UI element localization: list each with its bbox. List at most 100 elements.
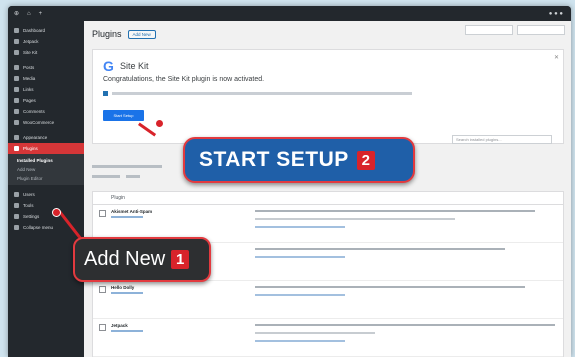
- plugins-submenu: Installed Plugins Add New Plugin Editor: [8, 154, 84, 185]
- submenu-plugin-editor[interactable]: Plugin Editor: [8, 174, 84, 183]
- help-tab[interactable]: [517, 25, 565, 35]
- main-content: Plugins Add New G Site Kit ✕ Congratulat…: [84, 21, 571, 357]
- plugin-meta-links[interactable]: [255, 294, 345, 296]
- plugin-meta-links[interactable]: [255, 340, 345, 342]
- sidebar-item-label: Plugins: [23, 146, 38, 151]
- users-icon: [14, 192, 19, 197]
- start-setup-button[interactable]: Start Setup: [103, 110, 144, 121]
- screen-options-tabs: [465, 25, 565, 35]
- posts-icon: [14, 65, 19, 70]
- page-header: Plugins Add New: [92, 29, 156, 39]
- sidebar-item-jetpack[interactable]: Jetpack: [8, 36, 84, 47]
- status-filter-links[interactable]: [92, 164, 162, 168]
- row-checkbox[interactable]: [99, 324, 106, 331]
- links-icon: [14, 87, 19, 92]
- plugin-name[interactable]: Jetpack: [111, 323, 128, 328]
- search-input[interactable]: Search installed plugins...: [452, 135, 552, 144]
- dashboard-icon: [14, 28, 19, 33]
- plugin-meta-links[interactable]: [255, 226, 345, 228]
- plugin-description: [255, 324, 555, 326]
- appearance-icon: [14, 135, 19, 140]
- plugins-icon: [14, 146, 19, 151]
- sidebar-item-media[interactable]: Media: [8, 73, 84, 84]
- pointer-dot: [52, 208, 61, 217]
- sidebar-item-label: WooCommerce: [23, 120, 55, 125]
- sidebar-item-label: Posts: [23, 65, 35, 70]
- sidebar-item-label: Dashboard: [23, 28, 46, 33]
- media-icon: [14, 76, 19, 81]
- callout-label: START SETUP: [199, 148, 349, 171]
- sidebar-item-label: Site Kit: [23, 50, 38, 55]
- sidebar-item-plugins[interactable]: Plugins: [8, 143, 84, 154]
- site-kit-brand: Site Kit: [120, 61, 149, 71]
- sidebar-item-comments[interactable]: Comments: [8, 106, 84, 117]
- activation-message: Congratulations, the Site Kit plugin is …: [103, 76, 265, 83]
- submenu-add-new[interactable]: Add New: [8, 165, 84, 174]
- close-icon[interactable]: ✕: [554, 54, 559, 61]
- plugin-description: [255, 332, 375, 334]
- sidebar-item-dashboard[interactable]: Dashboard: [8, 25, 84, 36]
- sidebar-item-label: Links: [23, 87, 34, 92]
- callout-label: Add New: [84, 248, 166, 270]
- sidebar-item-appearance[interactable]: Appearance: [8, 132, 84, 143]
- sidebar-item-posts[interactable]: Posts: [8, 62, 84, 73]
- sidebar-item-tools[interactable]: Tools: [8, 200, 84, 211]
- sidebar-item-pages[interactable]: Pages: [8, 95, 84, 106]
- new-content-icon[interactable]: +: [39, 11, 43, 17]
- sidebar-item-users[interactable]: Users: [8, 189, 84, 200]
- sidebar-item-label: Appearance: [23, 135, 48, 140]
- tools-icon: [14, 203, 19, 208]
- plugin-name[interactable]: Akismet Anti-Spam: [111, 209, 152, 214]
- user-menu[interactable]: ● ● ●: [549, 11, 563, 17]
- admin-bar: ⊕ ⌂ + ● ● ●: [8, 6, 571, 21]
- sidebar-item-settings[interactable]: Settings: [8, 211, 84, 222]
- plugin-description: [255, 210, 535, 212]
- consent-checkbox[interactable]: [103, 91, 108, 96]
- sidebar-item-woocommerce[interactable]: WooCommerce: [8, 117, 84, 128]
- add-new-callout: Add New 1: [73, 237, 211, 282]
- sidebar-item-label: Tools: [23, 203, 34, 208]
- comments-icon: [14, 109, 19, 114]
- sidebar-item-label: Jetpack: [23, 39, 39, 44]
- row-checkbox[interactable]: [99, 210, 106, 217]
- plugin-meta-links[interactable]: [255, 256, 345, 258]
- plugin-description: [255, 218, 455, 220]
- sidebar-item-label: Collapse menu: [23, 225, 54, 230]
- site-kit-icon: [14, 50, 19, 55]
- step-number-badge: 1: [171, 250, 190, 269]
- bulk-actions-select[interactable]: [92, 174, 120, 178]
- plugin-description: [255, 286, 525, 288]
- column-header-plugin: Plugin: [93, 192, 563, 205]
- screen-options-tab[interactable]: [465, 25, 513, 35]
- woocommerce-icon: [14, 120, 19, 125]
- google-g-icon: G: [103, 58, 114, 74]
- sidebar-item-label: Comments: [23, 109, 45, 114]
- consent-text: [112, 92, 412, 95]
- plugin-name[interactable]: Hello Dolly: [111, 285, 134, 290]
- wordpress-logo-icon[interactable]: ⊕: [14, 10, 19, 17]
- step-number-badge: 2: [356, 150, 375, 170]
- apply-button[interactable]: [126, 174, 140, 178]
- plugin-actions[interactable]: [111, 292, 143, 294]
- sidebar-item-label: Media: [23, 76, 36, 81]
- plugin-actions[interactable]: [111, 330, 143, 332]
- pages-icon: [14, 98, 19, 103]
- settings-icon: [14, 214, 19, 219]
- sidebar-item-label: Settings: [23, 214, 40, 219]
- sidebar-item-label: Users: [23, 192, 35, 197]
- plugin-description: [255, 248, 505, 250]
- table-row: Jetpack: [93, 319, 563, 357]
- page-title: Plugins: [92, 29, 122, 39]
- row-checkbox[interactable]: [99, 286, 106, 293]
- sidebar-item-links[interactable]: Links: [8, 84, 84, 95]
- home-icon[interactable]: ⌂: [27, 11, 31, 17]
- add-new-button[interactable]: Add New: [127, 29, 156, 39]
- admin-sidebar: Dashboard Jetpack Site Kit Posts Media L…: [8, 21, 84, 357]
- sidebar-item-site-kit[interactable]: Site Kit: [8, 47, 84, 58]
- plugin-actions[interactable]: [111, 216, 143, 218]
- site-kit-notice: G Site Kit ✕ Congratulations, the Site K…: [92, 49, 564, 144]
- start-setup-callout: START SETUP 2: [183, 137, 415, 183]
- pointer-dot: [155, 119, 164, 128]
- submenu-installed-plugins[interactable]: Installed Plugins: [8, 156, 84, 165]
- table-row: Hello Dolly: [93, 281, 563, 319]
